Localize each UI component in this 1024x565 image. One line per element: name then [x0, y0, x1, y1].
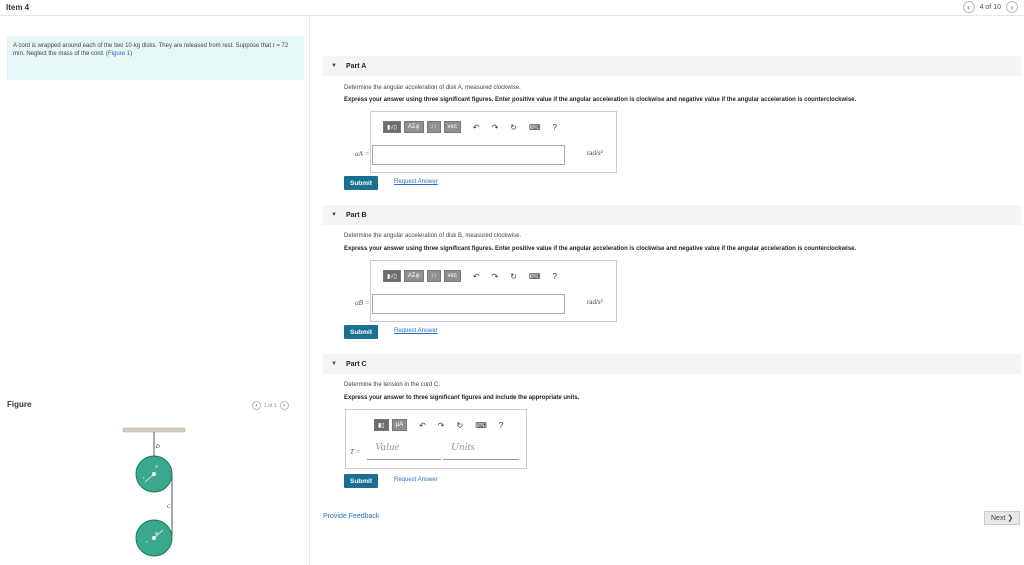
templates-button[interactable]: ▮√▯	[383, 270, 401, 282]
next-button[interactable]: Next ❯	[984, 511, 1021, 525]
keyboard-icon[interactable]: ⌨	[475, 421, 487, 430]
figure-pager: ‹ 1 of 1 ›	[252, 401, 289, 410]
part-a-submit-button[interactable]: Submit	[344, 176, 379, 190]
part-b-question: Determine the angular acceleration of di…	[344, 233, 522, 239]
part-a-request-answer[interactable]: Request Answer	[394, 179, 438, 185]
part-b-request-answer[interactable]: Request Answer	[394, 328, 438, 334]
disk-b-label: B	[155, 531, 158, 536]
templates-button[interactable]: ▮▯	[374, 419, 389, 431]
undo-icon[interactable]: ↶	[473, 123, 480, 132]
disk-a-label: A	[154, 464, 158, 469]
alpha-b-label: αB =	[355, 299, 370, 307]
radius-label-b: r	[146, 539, 148, 544]
point-d-label: D	[155, 445, 160, 450]
redo-icon[interactable]: ↷	[492, 123, 499, 132]
part-c-submit-button[interactable]: Submit	[344, 474, 379, 488]
keyboard-icon[interactable]: ⌨	[529, 123, 541, 132]
disks-figure: D C A B r r	[122, 427, 186, 557]
help-icon[interactable]: ?	[499, 421, 503, 430]
reset-icon[interactable]: ↻	[456, 421, 463, 430]
problem-text: A cord is wrapped around each of the two…	[13, 43, 289, 57]
parts-panel: ▼ Part A Determine the angular accelerat…	[311, 16, 1024, 565]
alpha-b-unit: rad/s²	[587, 298, 603, 306]
part-a-answer-box: ▮√▯ ΑΣφ ↓↑ vec ↶ ↷ ↻ ⌨ ? αA = rad/s²	[355, 111, 617, 173]
part-b-instruction: Express your answer using three signific…	[344, 246, 857, 252]
provide-feedback-link[interactable]: Provide Feedback	[323, 513, 379, 520]
templates-button[interactable]: ▮√▯	[383, 121, 401, 133]
part-b-submit-button[interactable]: Submit	[344, 325, 379, 339]
radius-label-a: r	[143, 475, 145, 480]
figure-link[interactable]: Figure 1	[108, 51, 130, 57]
part-c-instruction: Express your answer to three significant…	[344, 395, 580, 401]
tension-label: T =	[350, 448, 361, 456]
greek-symbols-button[interactable]: ΑΣφ	[403, 121, 424, 133]
part-c-header[interactable]: ▼ Part C	[323, 354, 1021, 374]
redo-icon[interactable]: ↷	[492, 272, 499, 281]
alpha-a-input[interactable]	[372, 145, 565, 165]
problem-statement: A cord is wrapped around each of the two…	[7, 36, 304, 80]
chevron-left-icon[interactable]: ‹	[962, 1, 975, 13]
problem-panel: A cord is wrapped around each of the two…	[0, 16, 310, 565]
vector-button[interactable]: vec	[443, 270, 461, 282]
subscript-button[interactable]: ↓↑	[426, 270, 441, 282]
point-c-label: C	[167, 505, 171, 510]
help-icon[interactable]: ?	[553, 272, 557, 281]
part-a-instruction: Express your answer using three signific…	[344, 97, 857, 103]
part-b-answer-box: ▮√▯ ΑΣφ ↓↑ vec ↶ ↷ ↻ ⌨ ? αB = rad/s²	[355, 260, 617, 322]
undo-icon[interactable]: ↶	[419, 421, 426, 430]
keyboard-icon[interactable]: ⌨	[529, 272, 541, 281]
part-c-toolbar: ▮▯ μA ↶ ↷ ↻ ⌨ ?	[374, 419, 503, 431]
problem-text-end: )	[130, 51, 133, 57]
chevron-right-icon[interactable]: ›	[1006, 1, 1018, 13]
part-a-header[interactable]: ▼ Part A	[323, 56, 1021, 76]
tension-value-input[interactable]: Value	[367, 438, 441, 460]
alpha-a-unit: rad/s²	[587, 149, 603, 157]
part-c-question: Determine the tension in the cord C.	[344, 382, 441, 388]
ceiling-support	[122, 427, 186, 433]
item-pager: ‹ 4 of 10 ›	[962, 1, 1018, 13]
reset-icon[interactable]: ↻	[510, 272, 517, 281]
help-icon[interactable]: ?	[553, 123, 557, 132]
item-title: Item 4	[6, 3, 30, 12]
subscript-button[interactable]: ↓↑	[426, 121, 441, 133]
tension-units-input[interactable]: Units	[443, 438, 519, 460]
figure-label: Figure	[7, 400, 32, 409]
caret-down-icon: ▼	[331, 361, 337, 367]
chevron-right-icon[interactable]: ›	[279, 401, 289, 410]
caret-down-icon: ▼	[331, 63, 337, 69]
caret-down-icon: ▼	[331, 212, 337, 218]
figure-pager-text: 1 of 1	[264, 402, 277, 409]
pager-text: 4 of 10	[979, 3, 1001, 11]
chevron-left-icon[interactable]: ‹	[252, 401, 261, 410]
vector-button[interactable]: vec	[443, 121, 461, 133]
part-b-title: Part B	[345, 211, 367, 219]
alpha-a-label: αA =	[355, 150, 370, 158]
greek-symbols-button[interactable]: ΑΣφ	[403, 270, 424, 282]
redo-icon[interactable]: ↷	[438, 421, 445, 430]
part-b-header[interactable]: ▼ Part B	[323, 205, 1021, 225]
undo-icon[interactable]: ↶	[473, 272, 480, 281]
part-a-title: Part A	[345, 62, 367, 70]
part-c-title: Part C	[345, 360, 367, 368]
part-b-toolbar: ▮√▯ ΑΣφ ↓↑ vec ↶ ↷ ↻ ⌨ ?	[383, 270, 557, 282]
part-c-request-answer[interactable]: Request Answer	[394, 477, 438, 483]
reset-icon[interactable]: ↻	[510, 123, 517, 132]
alpha-b-input[interactable]	[372, 294, 565, 314]
part-a-question: Determine the angular acceleration of di…	[344, 85, 521, 91]
part-c-answer-box: ▮▯ μA ↶ ↷ ↻ ⌨ ? T = Value Units	[345, 409, 527, 469]
units-button[interactable]: μA	[391, 419, 408, 431]
top-bar: Item 4 ‹ 4 of 10 ›	[0, 0, 1024, 16]
part-a-toolbar: ▮√▯ ΑΣφ ↓↑ vec ↶ ↷ ↻ ⌨ ?	[383, 121, 557, 133]
